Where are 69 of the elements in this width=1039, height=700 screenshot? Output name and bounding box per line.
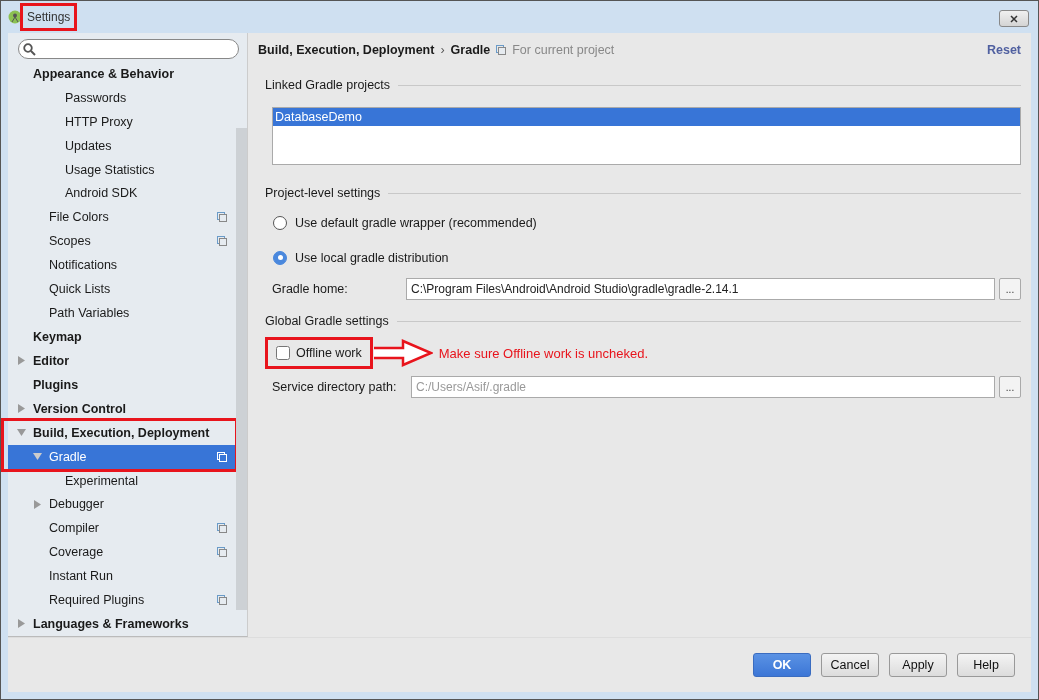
breadcrumb-parent: Build, Execution, Deployment xyxy=(258,43,435,57)
collapse-arrow-icon[interactable] xyxy=(17,428,26,438)
tree-item[interactable]: Build, Execution, Deployment xyxy=(8,420,235,445)
expand-arrow-icon[interactable] xyxy=(17,619,26,629)
expand-arrow-icon[interactable] xyxy=(33,499,42,509)
list-item[interactable]: DatabaseDemo xyxy=(273,108,1020,126)
tree-item[interactable]: Notifications xyxy=(8,253,235,278)
tree-item[interactable]: Updates xyxy=(8,133,235,158)
copy-icon xyxy=(496,45,507,55)
tree-item[interactable]: Plugins xyxy=(8,372,235,397)
browse-button[interactable]: ... xyxy=(999,278,1021,300)
tree-item[interactable]: Required Plugins xyxy=(8,588,235,613)
tree-item[interactable]: Passwords xyxy=(8,85,235,110)
copy-icon xyxy=(217,212,227,223)
tree-item[interactable]: Gradle xyxy=(8,444,235,469)
search-field[interactable] xyxy=(18,39,239,59)
tree-item[interactable]: Compiler xyxy=(8,516,235,541)
radio-label: Use local gradle distribution xyxy=(295,250,449,265)
checkbox-label: Offline work xyxy=(296,346,362,360)
tree-item[interactable]: Android SDK xyxy=(8,181,235,206)
breadcrumb-current: Gradle xyxy=(450,43,491,57)
dialog-button[interactable]: Cancel xyxy=(821,653,879,677)
copy-icon xyxy=(217,236,227,247)
tree-item[interactable]: HTTP Proxy xyxy=(8,109,235,134)
tree-item[interactable]: Path Variables xyxy=(8,301,235,325)
close-button[interactable] xyxy=(999,10,1029,27)
tree-item[interactable]: Scopes xyxy=(8,229,235,254)
tree-item[interactable]: Coverage xyxy=(8,540,235,565)
tree-item[interactable]: Editor xyxy=(8,348,235,373)
annotation-text: Make sure Offline work is uncheked. xyxy=(438,345,649,361)
tree-item[interactable]: Experimental xyxy=(8,468,235,493)
browse-button[interactable]: ... xyxy=(999,376,1021,398)
tree-item[interactable]: Keymap xyxy=(8,324,235,349)
scope-label: For current project xyxy=(512,43,615,57)
expand-arrow-icon[interactable] xyxy=(17,404,26,414)
tree-item[interactable]: File Colors xyxy=(8,205,235,230)
collapse-arrow-icon[interactable] xyxy=(33,452,42,462)
field-label: Service directory path: xyxy=(272,380,398,394)
checkbox[interactable] xyxy=(276,346,290,360)
dialog-button[interactable]: Help xyxy=(957,653,1015,677)
breadcrumb-separator: › xyxy=(440,43,445,57)
group-title: Global Gradle settings xyxy=(265,314,389,328)
copy-icon xyxy=(217,523,227,534)
ok-button[interactable]: OK xyxy=(753,653,811,677)
tree-item[interactable]: Quick Lists xyxy=(8,277,235,302)
group-title: Project-level settings xyxy=(265,186,381,200)
tree-item[interactable]: Debugger xyxy=(8,492,235,517)
tree-item[interactable]: Appearance & Behavior xyxy=(8,62,235,86)
tree-item[interactable]: Usage Statistics xyxy=(8,157,235,182)
window-title: Settings xyxy=(20,3,78,31)
search-icon xyxy=(23,42,36,56)
copy-icon xyxy=(217,451,227,462)
tree-item[interactable]: Languages & Frameworks xyxy=(8,612,235,636)
android-logo-icon xyxy=(8,10,22,24)
copy-icon xyxy=(217,595,227,606)
scrollbar[interactable] xyxy=(236,128,247,610)
tree-item[interactable]: Version Control xyxy=(8,396,235,421)
copy-icon xyxy=(217,547,227,558)
expand-arrow-icon[interactable] xyxy=(17,356,26,366)
group-title: Linked Gradle projects xyxy=(265,78,391,92)
radio-button[interactable] xyxy=(273,250,287,265)
gradle-home-field[interactable]: C:\Program Files\Android\Android Studio\gradle\gradle-2.14.1 xyxy=(406,278,995,300)
close-icon xyxy=(1010,14,1018,23)
tree-item[interactable]: Instant Run xyxy=(8,564,235,589)
reset-link[interactable]: Reset xyxy=(986,43,1021,57)
field-label: Gradle home: xyxy=(272,282,349,296)
radio-label: Use default gradle wrapper (recommended) xyxy=(295,215,537,230)
radio-button[interactable] xyxy=(273,215,287,230)
dialog-button[interactable]: Apply xyxy=(889,653,947,677)
